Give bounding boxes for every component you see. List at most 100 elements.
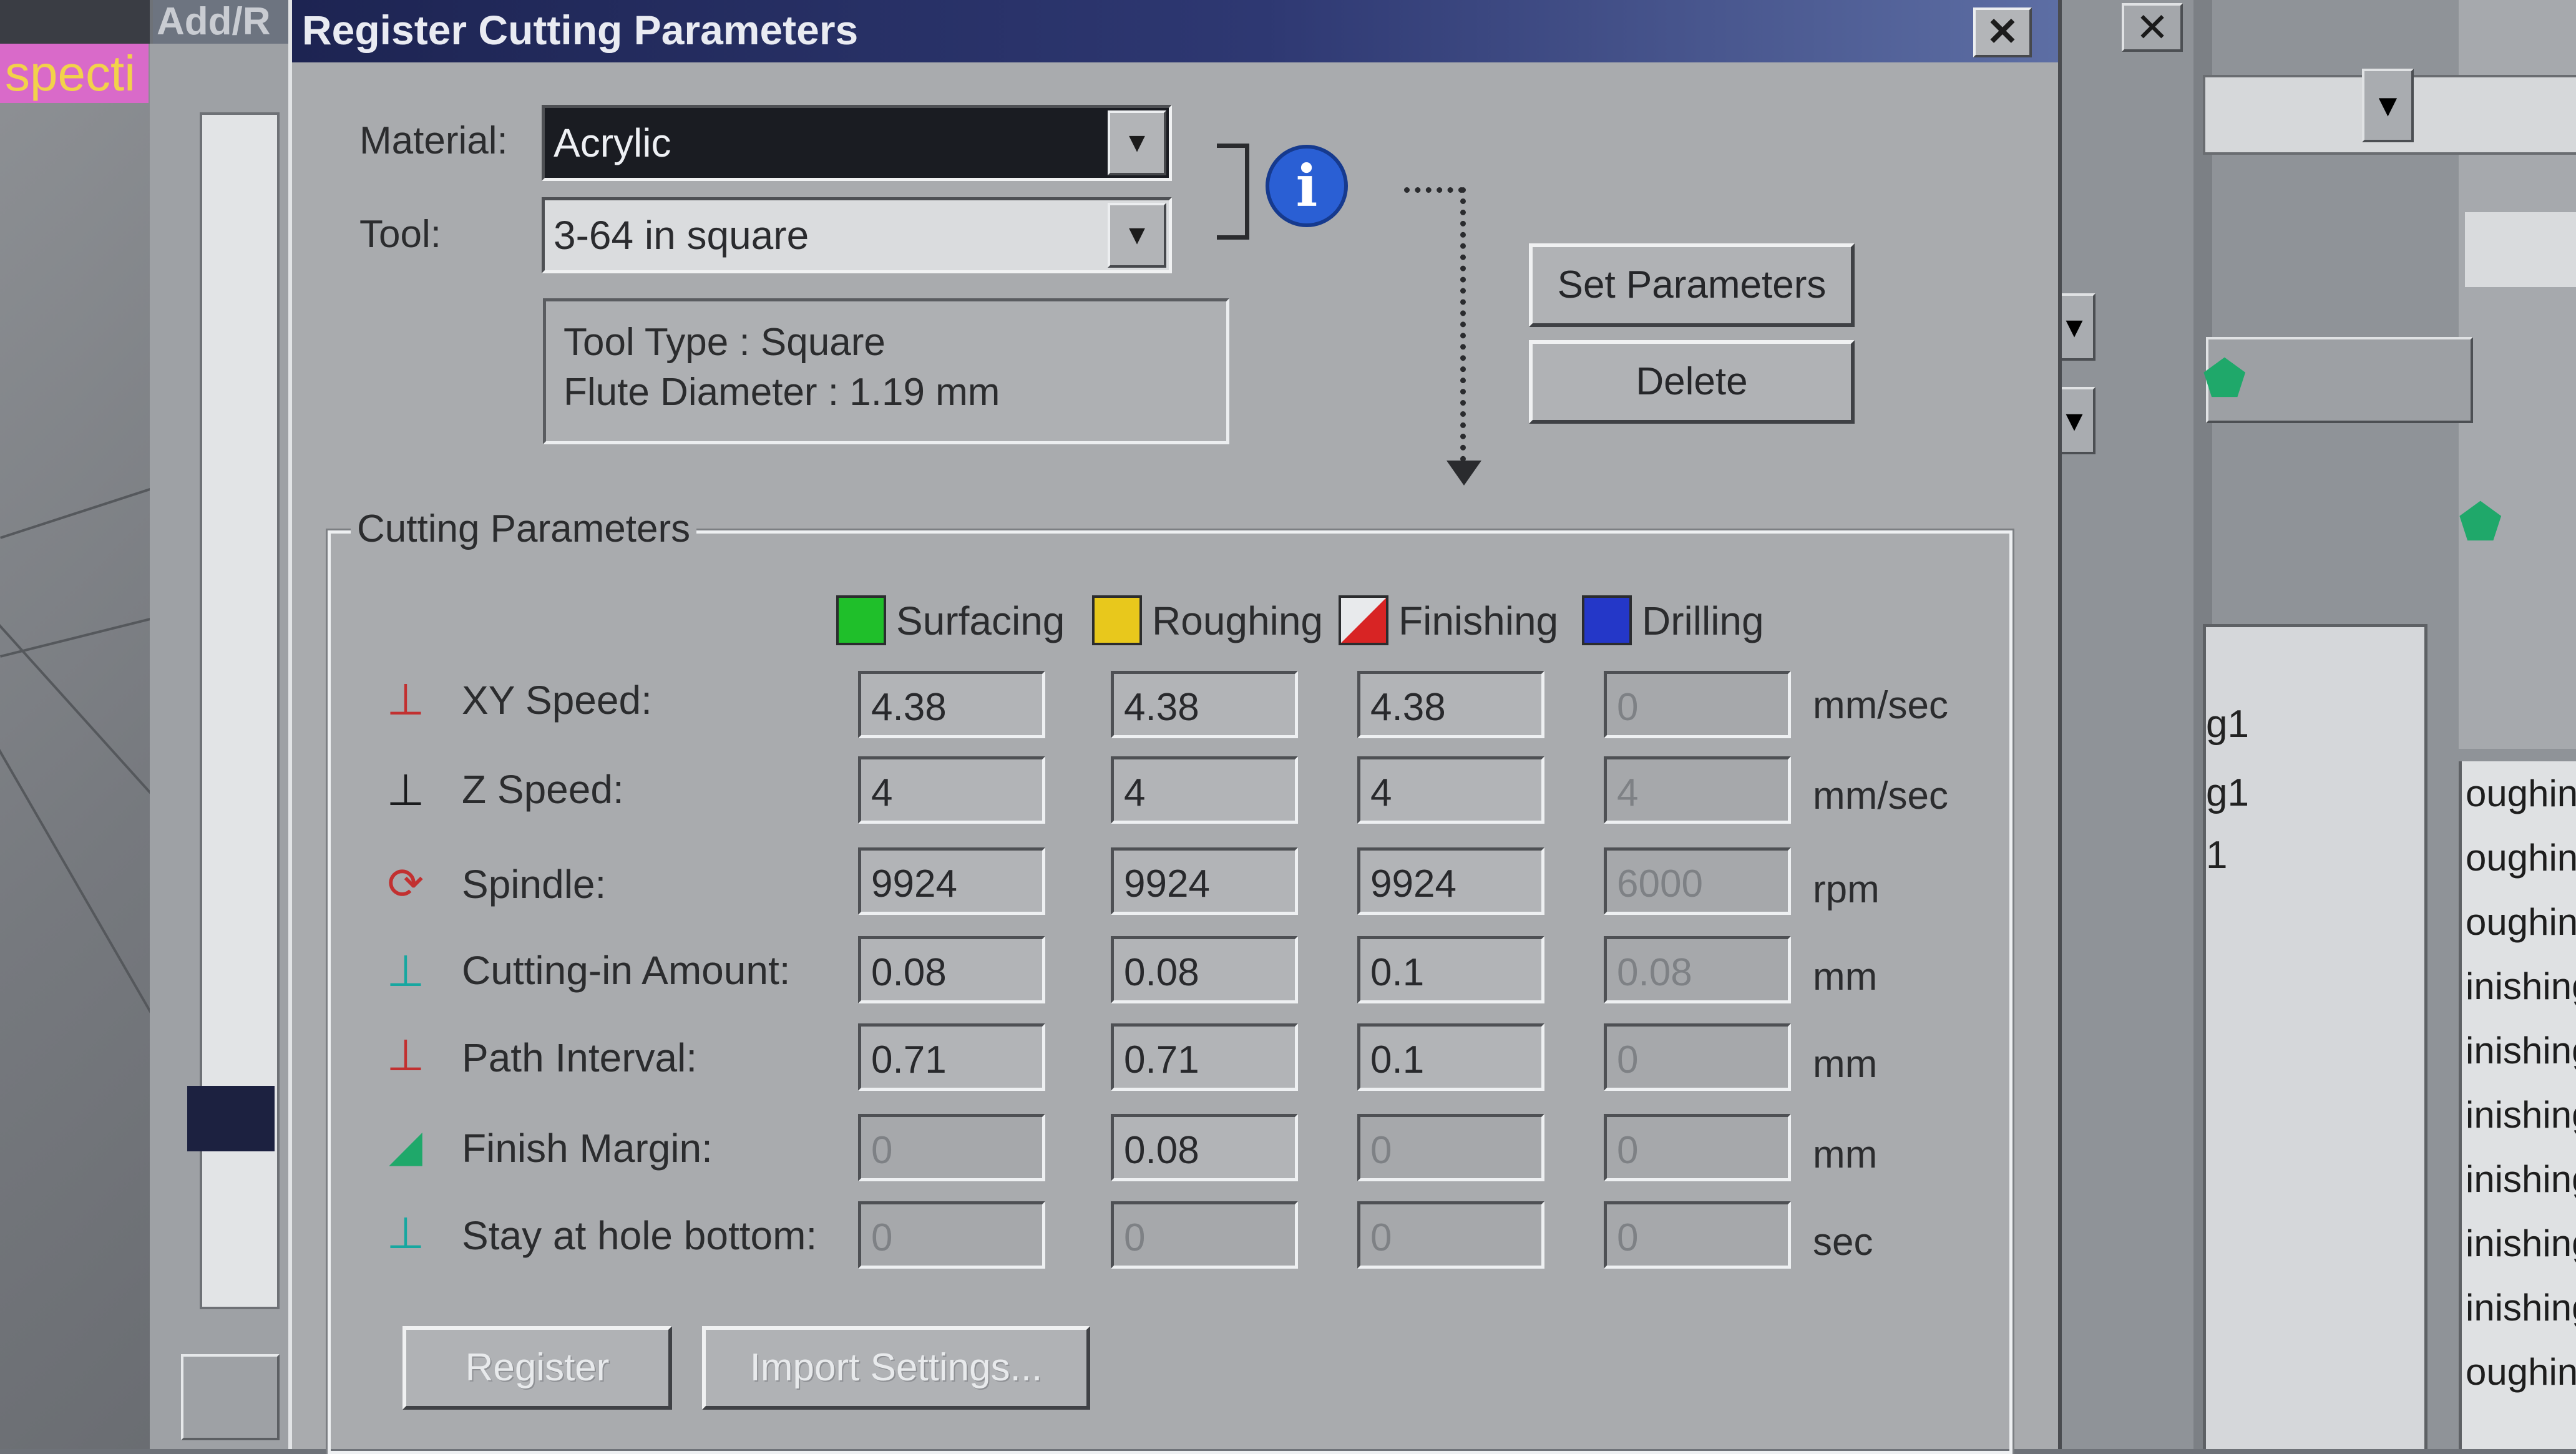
stay-hole-finishing-field[interactable]: 0 (1357, 1201, 1544, 1269)
background-tab: specti (0, 44, 149, 103)
background-window-left: specti (0, 0, 150, 1449)
xy-speed-icon: ⊥ (386, 674, 425, 725)
material-label: Material: (359, 119, 508, 162)
material-select[interactable]: Acrylic ▼ (542, 105, 1172, 181)
stay-hole-roughing-field[interactable]: 0 (1111, 1201, 1298, 1269)
delete-button[interactable]: Delete (1529, 340, 1855, 424)
xy-speed-unit: mm/sec (1813, 684, 1948, 727)
path-interval-drilling-field[interactable]: 0 (1604, 1023, 1791, 1091)
path-interval-icon: ⊥ (386, 1030, 425, 1081)
list-item: inishing (2466, 1287, 2576, 1329)
roughing-icon (1092, 595, 1142, 645)
z-speed-roughing-field[interactable]: 4 (1111, 756, 1298, 824)
spindle-drilling-field[interactable]: 6000 (1604, 847, 1791, 915)
stay-hole-icon: ⊥ (386, 1208, 425, 1259)
spindle-unit: rpm (1813, 868, 1880, 911)
set-parameters-button[interactable]: Set Parameters (1529, 243, 1855, 327)
stay-hole-drilling-field[interactable]: 0 (1604, 1201, 1791, 1269)
finishing-icon (1339, 595, 1388, 645)
tool-type-text: Tool Type : Square (564, 321, 886, 364)
finish-margin-roughing-field[interactable]: 0.08 (1111, 1114, 1298, 1181)
spindle-roughing-field[interactable]: 9924 (1111, 847, 1298, 915)
path-interval-finishing-field[interactable]: 0.1 (1357, 1023, 1544, 1091)
path-interval-unit: mm (1813, 1043, 1878, 1086)
z-speed-unit: mm/sec (1813, 774, 1948, 817)
chevron-down-icon[interactable]: ▼ (1108, 203, 1166, 268)
finish-margin-label: Finish Margin: (462, 1126, 713, 1171)
cutting-parameters-label: Cutting Parameters (351, 507, 697, 551)
background-list: g1 g1 1 (2203, 624, 2427, 1449)
xy-speed-surfacing-field[interactable]: 4.38 (858, 671, 1045, 738)
list-item: inishing (2466, 1158, 2576, 1200)
z-speed-finishing-field[interactable]: 4 (1357, 756, 1544, 824)
tool-info-box: Tool Type : Square Flute Diameter : 1.19… (543, 298, 1229, 444)
list-item: inishing (2466, 1030, 2576, 1071)
close-icon[interactable]: ✕ (1973, 7, 2032, 57)
xy-speed-finishing-field[interactable]: 4.38 (1357, 671, 1544, 738)
background-line (0, 624, 150, 904)
list-item: inishing (2466, 965, 2576, 1007)
list-item: oughin (2466, 837, 2576, 879)
background-panel (150, 44, 293, 1449)
list-item: g1 (2206, 703, 2249, 746)
cutting-in-roughing-field[interactable]: 0.08 (1111, 936, 1298, 1003)
path-interval-label: Path Interval: (462, 1035, 698, 1080)
drilling-icon (1582, 595, 1632, 645)
xy-speed-roughing-field[interactable]: 4.38 (1111, 671, 1298, 738)
xy-speed-drilling-field[interactable]: 0 (1604, 671, 1791, 738)
chevron-down-icon[interactable]: ▼ (1108, 110, 1166, 175)
tool-label: Tool: (359, 213, 441, 256)
z-speed-label: Z Speed: (462, 767, 624, 812)
tool-select[interactable]: 3-64 in square ▼ (542, 197, 1172, 273)
cutting-in-drilling-field[interactable]: 0.08 (1604, 936, 1791, 1003)
background-tool-icon: ⬟ (2459, 494, 2502, 550)
path-interval-surfacing-field[interactable]: 0.71 (858, 1023, 1045, 1091)
import-settings-button[interactable]: Import Settings... (702, 1326, 1090, 1410)
path-interval-roughing-field[interactable]: 0.71 (1111, 1023, 1298, 1091)
stay-hole-surfacing-field[interactable]: 0 (858, 1201, 1045, 1269)
spindle-finishing-field[interactable]: 9924 (1357, 847, 1544, 915)
finish-margin-icon: ◢ (389, 1120, 422, 1171)
list-item: oughin (2466, 1351, 2576, 1393)
z-speed-drilling-field[interactable]: 4 (1604, 756, 1791, 824)
finish-margin-surfacing-field[interactable]: 0 (858, 1114, 1045, 1181)
background-caption: Add/R (153, 0, 300, 44)
column-header-label: Surfacing (896, 598, 1065, 643)
background-selected-row (187, 1086, 275, 1151)
background-list: oughin oughin oughin inishing inishing i… (2459, 761, 2576, 1449)
list-item: oughin (2466, 901, 2576, 943)
material-value: Acrylic (554, 120, 671, 165)
background-tool-icon: ⬟ (2203, 351, 2247, 406)
finish-margin-finishing-field[interactable]: 0 (1357, 1114, 1544, 1181)
z-speed-surfacing-field[interactable]: 4 (858, 756, 1045, 824)
spindle-icon: ⟳ (387, 858, 424, 909)
cutting-in-label: Cutting-in Amount: (462, 948, 791, 993)
dotted-connector (1460, 187, 1466, 462)
column-header-label: Finishing (1398, 598, 1559, 643)
background-window-right: ✕ ▼ ▼ ▼ ⬟ ⬟ g1 g1 1 oughin oughin oughin… (2053, 0, 2576, 1449)
info-icon[interactable]: i (1266, 145, 1348, 227)
finish-margin-unit: mm (1813, 1133, 1878, 1176)
background-chevron-down-icon: ▼ (2362, 69, 2414, 142)
spindle-surfacing-field[interactable]: 9924 (858, 847, 1045, 915)
finish-margin-drilling-field[interactable]: 0 (1604, 1114, 1791, 1181)
background-titlebar (0, 0, 150, 44)
surfacing-icon (836, 595, 886, 645)
column-header-label: Drilling (1642, 598, 1764, 643)
background-line (0, 749, 150, 1021)
dialog-title: Register Cutting Parameters (302, 7, 859, 53)
background-close-icon: ✕ (2122, 3, 2183, 52)
cutting-in-icon: ⊥ (386, 945, 425, 997)
register-button[interactable]: Register (402, 1326, 672, 1410)
background-button (181, 1354, 280, 1440)
stay-hole-label: Stay at hole bottom: (462, 1213, 817, 1258)
cutting-in-surfacing-field[interactable]: 0.08 (858, 936, 1045, 1003)
cutting-in-finishing-field[interactable]: 0.1 (1357, 936, 1544, 1003)
list-item: g1 (2206, 771, 2249, 814)
bracket-connector (1217, 144, 1249, 240)
spindle-label: Spindle: (462, 862, 607, 907)
title-bar: Register Cutting Parameters ✕ (292, 0, 2058, 62)
xy-speed-label: XY Speed: (462, 678, 652, 723)
background-line (0, 486, 150, 539)
tool-value: 3-64 in square (554, 213, 809, 258)
